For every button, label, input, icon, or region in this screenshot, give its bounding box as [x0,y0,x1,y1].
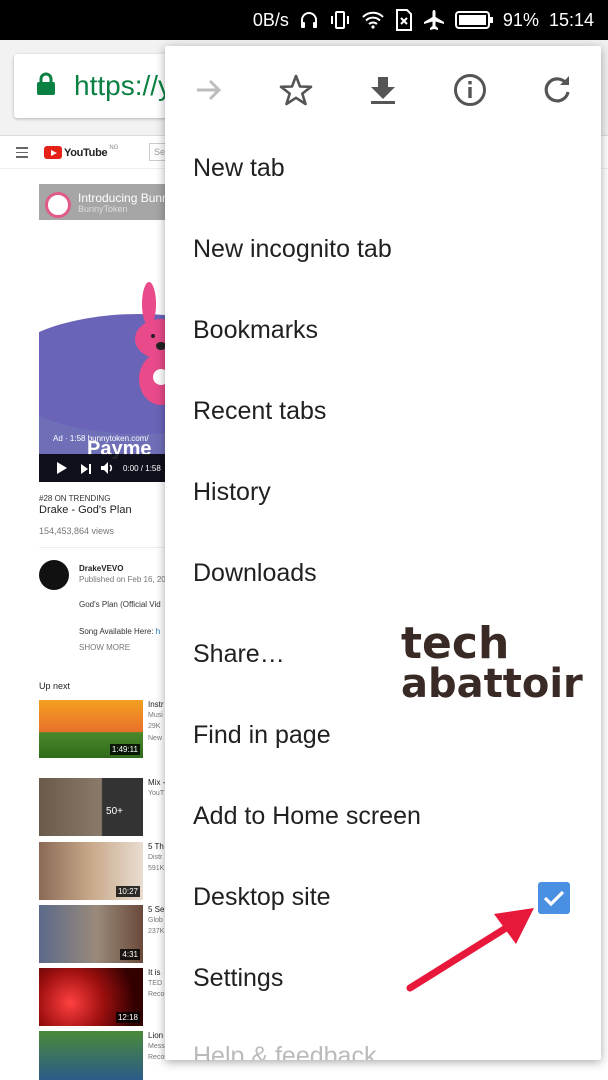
hamburger-icon[interactable] [16,147,28,161]
video-thumbnail[interactable]: 10:27 [39,842,143,900]
annotation-arrow-icon [406,908,534,992]
list-item-meta: New [148,735,163,742]
forward-icon[interactable] [189,70,229,110]
duration-badge: 12:18 [115,1012,140,1023]
duration-badge: 4:31 [120,949,140,960]
list-item-title[interactable]: 5 Se [148,905,164,914]
watermark-line: abattoir [401,661,583,707]
menu-item-help-feedback[interactable]: Help & feedback [193,1042,376,1060]
info-icon[interactable] [450,70,490,110]
show-more-button[interactable]: SHOW MORE [79,643,130,652]
reload-icon[interactable] [537,70,577,110]
video-channel-overlay: BunnyToken [78,204,128,214]
list-item-meta: 29K [148,723,161,730]
url-text: https://y [74,70,173,101]
youtube-play-icon [44,146,62,159]
menu-item-history[interactable]: History [193,478,271,507]
video-thumbnail[interactable]: 4:31 [39,905,143,963]
airplane-icon [423,9,445,31]
status-bar: 0B/s 91% 15:14 [0,0,608,40]
menu-item-share[interactable]: Share… [193,640,285,669]
video-title: Drake - God's Plan [39,504,132,516]
menu-item-bookmarks[interactable]: Bookmarks [193,316,318,345]
menu-item-downloads[interactable]: Downloads [193,559,317,588]
description-link[interactable]: h [156,627,160,636]
video-player[interactable]: Introducing Bunny BunnyToken Ad · 1:58 b… [39,184,179,482]
description-line: Song Available Here: h [79,627,160,636]
list-item-title[interactable]: Lion [148,1031,163,1040]
menu-item-recent-tabs[interactable]: Recent tabs [193,397,326,426]
description-line: God's Plan (Official Vid [79,600,161,609]
list-item-meta: Reco [148,991,165,998]
channel-name[interactable]: DrakeVEVO [79,564,123,573]
next-icon[interactable] [81,464,91,474]
list-item-title[interactable]: Instr [148,700,164,709]
published-date: Published on Feb 16, 20 [79,575,166,584]
description-text: Song Available Here: [79,627,156,636]
list-item-meta: TED [148,980,162,987]
watermark-logo: tech abattoir [401,618,583,707]
duration-badge: 1:49:11 [109,744,140,755]
divider [39,547,169,548]
list-item-title[interactable]: Mix - [148,778,165,787]
battery-percent: 91% [502,9,539,30]
youtube-logo[interactable]: YouTube NG [44,144,119,159]
avatar[interactable] [39,560,69,590]
video-thumbnail[interactable]: 12:18 [39,968,143,1026]
playlist-count: 50+ [106,806,123,817]
list-item-meta: 237K [148,928,165,935]
view-count: 154,453,864 views [39,526,115,536]
net-speed: 0B/s [252,9,289,30]
clock: 15:14 [548,9,594,30]
video-thumbnail[interactable]: 50+ [39,778,143,836]
duration-badge: 10:27 [115,886,140,897]
star-icon[interactable] [276,70,316,110]
menu-item-add-to-home-screen[interactable]: Add to Home screen [193,802,421,831]
list-item-meta: 591K [148,865,165,872]
battery-icon [454,11,493,29]
region-label: NG [109,144,119,151]
video-thumbnail[interactable] [39,1031,143,1080]
menu-item-settings[interactable]: Settings [193,964,283,993]
trending-label: #28 ON TRENDING [39,494,111,503]
list-item-meta: YouT [148,790,165,797]
volume-icon[interactable] [101,462,115,474]
list-item-title[interactable]: 5 Th [148,842,164,851]
no-sim-icon [395,9,413,31]
download-icon[interactable] [363,70,403,110]
watermark-line: tech [401,618,510,669]
list-item-meta: Glob [148,917,163,924]
list-item-meta: Mess [148,1043,165,1050]
logo-text: YouTube [64,146,108,159]
menu-item-new-incognito-tab[interactable]: New incognito tab [193,235,392,264]
menu-item-new-tab[interactable]: New tab [193,154,285,183]
list-item-meta: Musi [148,712,163,719]
video-thumbnail[interactable]: 1:49:11 [39,700,143,758]
list-item-title[interactable]: It is [148,968,160,977]
list-item-meta: Distr [148,854,163,861]
play-icon[interactable] [57,462,67,474]
ad-channel-avatar [45,192,71,218]
menu-icon-row [165,46,601,132]
headphones-icon [299,10,319,30]
wifi-icon [361,10,385,30]
menu-item-desktop-site[interactable]: Desktop site [193,883,331,912]
player-time: 0:00 / 1:58 [123,464,161,473]
vibrate-icon [329,10,351,30]
menu-item-find-in-page[interactable]: Find in page [193,721,331,750]
up-next-label: Up next [39,681,71,691]
lock-icon [36,72,56,101]
video-title-overlay: Introducing Bunny [78,191,175,205]
